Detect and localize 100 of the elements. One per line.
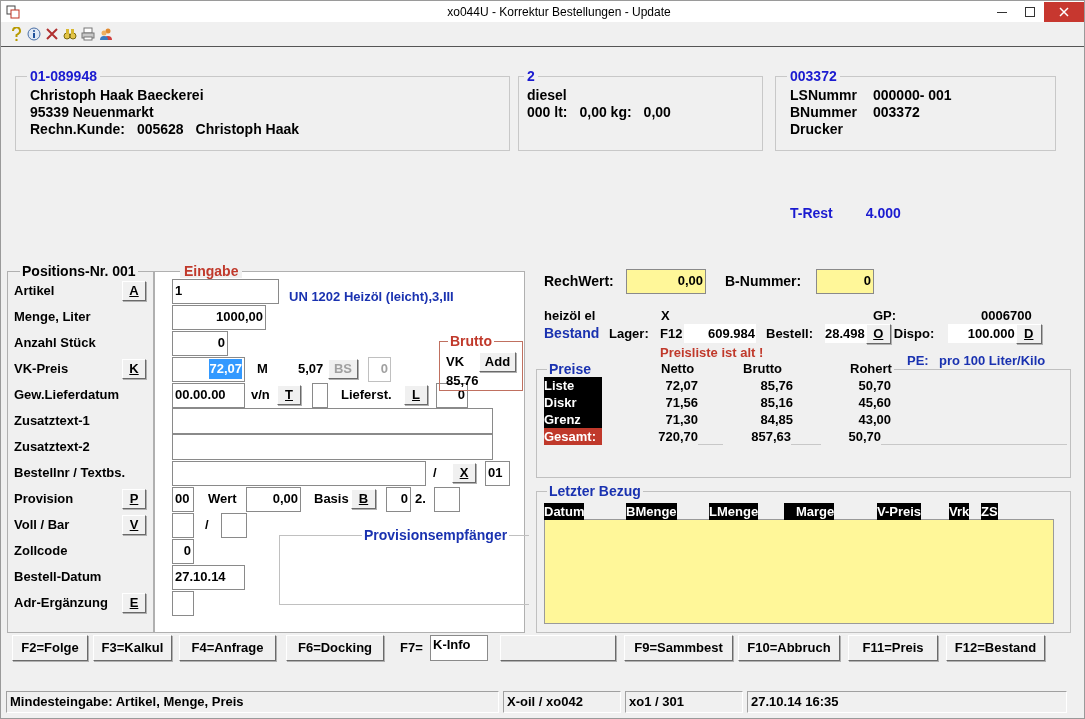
delete-button[interactable] (45, 27, 59, 41)
function-key-button[interactable]: F11=Preis (848, 635, 938, 661)
key-button[interactable]: A (122, 281, 146, 301)
key-button[interactable]: O (865, 323, 891, 344)
function-key-button[interactable]: F10=Abbruch (738, 635, 840, 661)
function-key-button[interactable]: F3=Kalkul (93, 635, 172, 661)
column-header: Netto (661, 360, 696, 379)
t-rest-label: T-Rest (790, 203, 833, 223)
input-field[interactable]: 0 (816, 268, 874, 294)
field-label: Bestell-Datum (14, 568, 102, 587)
table-cell-text: 85,16 (759, 393, 793, 412)
panel-legend: 01-089948 (27, 66, 100, 87)
status-text: X-oil / xo042 (503, 691, 621, 713)
separator-text: / (205, 516, 210, 535)
field-label: PE: (907, 352, 930, 370)
help-icon (9, 27, 23, 41)
column-header: V-Preis (877, 503, 922, 520)
input-field[interactable]: 00 (172, 486, 194, 512)
table-cell-text: 857,63 (750, 427, 791, 446)
field-label: Wert (208, 490, 238, 509)
column-header: Datum (544, 503, 585, 520)
blank-button[interactable] (500, 635, 616, 661)
column-header: ZS (981, 503, 998, 520)
panel-legend: Positions-Nr. 001 (20, 264, 138, 278)
close-button[interactable] (1044, 1, 1084, 22)
info-text: diesel (527, 86, 567, 105)
info-text: LSNummr (790, 86, 858, 105)
add-button[interactable]: Add (479, 352, 516, 372)
row-label: Grenz (544, 411, 602, 428)
value-text: X (661, 306, 671, 325)
panel-legend: Letzter Bezug (547, 481, 643, 502)
info-text: 0,00 (643, 103, 671, 122)
table-cell-text: 71,30 (664, 410, 698, 429)
field-label: Voll / Bar (14, 516, 70, 535)
value-text: 5,07 (298, 360, 325, 379)
info-text: 95339 Neuenmarkt (30, 103, 154, 122)
info-button[interactable] (27, 27, 41, 41)
info-text: Rechn.Kunde: (30, 120, 125, 139)
function-key-label: F7= (399, 639, 424, 658)
input-field[interactable]: 0 (172, 538, 194, 564)
input-field[interactable]: 01 (485, 460, 510, 486)
t-rest-value: 4.000 (865, 203, 901, 223)
column-header: LMenge (709, 503, 759, 520)
input-field[interactable]: 1 (172, 278, 279, 304)
table-cell-text: 720,70 (657, 427, 698, 446)
value-text: 28.498 (825, 324, 866, 343)
function-key-button[interactable]: F9=Sammbest (624, 635, 733, 661)
key-button[interactable]: K (122, 359, 146, 379)
field-label: VK-Preis (14, 360, 69, 379)
input-field[interactable] (434, 486, 460, 512)
key-button[interactable]: X (452, 463, 476, 483)
info-text: 000 lt: (527, 103, 568, 122)
input-field[interactable] (172, 408, 493, 434)
info-text: 000000- 001 (873, 86, 952, 105)
row-label: Liste (544, 377, 602, 394)
input-field[interactable]: 0,00 (626, 268, 706, 294)
key-button[interactable]: V (122, 515, 146, 535)
function-key-button[interactable]: F4=Anfrage (179, 635, 276, 661)
key-button[interactable]: D (1015, 323, 1042, 344)
input-field[interactable]: K-Info (430, 635, 488, 661)
input-field[interactable] (172, 460, 426, 486)
warning-text: Preisliste ist alt ! (660, 344, 765, 362)
key-button[interactable]: E (122, 593, 146, 613)
input-field[interactable]: 0 (172, 330, 228, 356)
input-field[interactable] (221, 512, 247, 538)
key-button[interactable]: L (404, 385, 428, 405)
function-key-button[interactable]: F2=Folge (12, 635, 88, 661)
field-label: Artikel (14, 282, 55, 301)
info-text: Christoph Haak Baeckerei (30, 86, 204, 105)
function-key-button[interactable]: F6=Docking (286, 635, 384, 661)
field-label: v/n (251, 386, 271, 405)
field-label: VK (446, 353, 465, 372)
info-text: 005628 (136, 120, 184, 139)
field-label: GP: (873, 306, 898, 325)
input-field[interactable]: 27.10.14 (172, 564, 245, 590)
panel-legend: 003372 (787, 66, 840, 87)
users-button[interactable] (99, 27, 113, 41)
key-button[interactable]: B (351, 489, 376, 509)
printer-button[interactable] (81, 27, 95, 41)
input-field[interactable] (172, 512, 194, 538)
input-field[interactable]: 00.00.00 (172, 382, 245, 408)
field-label: Zollcode (14, 542, 68, 561)
input-field[interactable]: 0,00 (246, 486, 301, 512)
input-field[interactable]: 1000,00 (172, 304, 266, 330)
panel-legend: Preise (549, 358, 661, 380)
input-field[interactable] (172, 590, 194, 616)
status-text: Mindesteingabe: Artikel, Menge, Preis (6, 691, 499, 713)
info-text: Christoph Haak (195, 120, 300, 139)
input-field[interactable] (172, 434, 493, 460)
article-description: UN 1202 Heizöl (leicht),3,III (289, 288, 454, 307)
function-key-button[interactable]: F12=Bestand (946, 635, 1045, 661)
input-field[interactable]: 0 (386, 486, 411, 512)
key-button[interactable]: P (122, 489, 146, 509)
input-field[interactable] (312, 382, 328, 408)
binoculars-button[interactable] (63, 27, 77, 41)
printer-icon (81, 27, 95, 41)
table-cell-text: 43,00 (857, 410, 891, 429)
app-icon (6, 4, 20, 19)
panel-legend: Eingabe (180, 264, 243, 278)
key-button[interactable]: T (277, 385, 301, 405)
